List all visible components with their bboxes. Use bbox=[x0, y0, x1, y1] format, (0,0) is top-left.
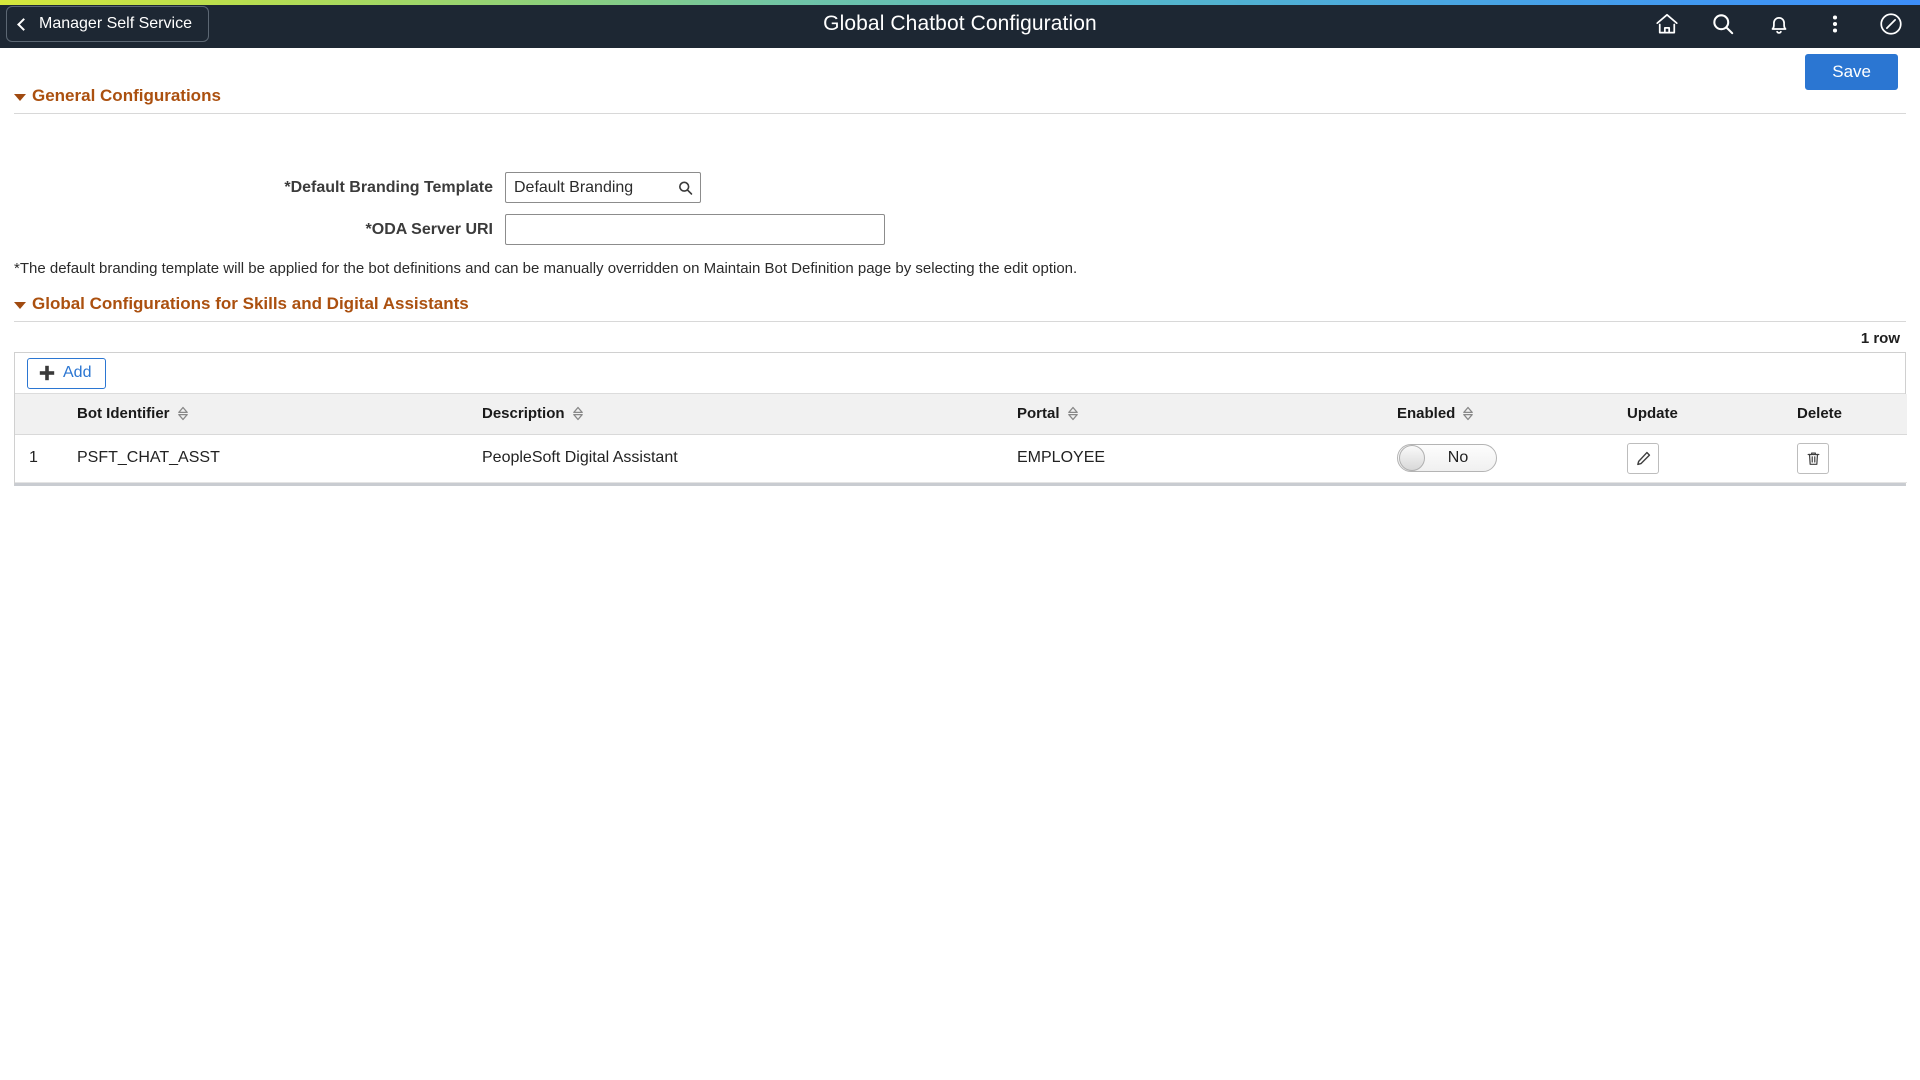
enabled-toggle-switch[interactable]: No bbox=[1397, 444, 1497, 472]
sort-toggle-icon[interactable] bbox=[177, 406, 189, 421]
cell-row-number: 1 bbox=[15, 434, 77, 483]
column-header-description[interactable]: Description bbox=[482, 394, 1017, 435]
skills-digital-assistants-grid: Add Bot Identifier Description Portal En… bbox=[14, 352, 1907, 486]
add-row-button[interactable]: Add bbox=[27, 357, 107, 389]
grid-body: 1 PSFT_CHAT_ASST PeopleSoft Digital Assi… bbox=[15, 434, 1907, 483]
back-button-label: Manager Self Service bbox=[39, 15, 192, 32]
grid-toolbar: Add bbox=[15, 353, 1905, 394]
column-label-portal: Portal bbox=[1017, 405, 1060, 423]
column-header-update: Update bbox=[1627, 394, 1797, 435]
sort-toggle-icon[interactable] bbox=[572, 406, 584, 421]
sort-toggle-icon[interactable] bbox=[1067, 406, 1079, 421]
label-oda-server-uri: *ODA Server URI bbox=[365, 220, 493, 238]
cell-portal: EMPLOYEE bbox=[1017, 434, 1397, 483]
default-branding-template-input[interactable] bbox=[505, 172, 701, 203]
cell-update bbox=[1627, 434, 1797, 483]
toggle-knob bbox=[1399, 445, 1425, 471]
column-label-delete: Delete bbox=[1797, 405, 1843, 423]
oda-server-uri-input[interactable] bbox=[505, 214, 885, 245]
branding-template-note: *The default branding template will be a… bbox=[14, 260, 1078, 277]
collapse-caret-icon-global bbox=[14, 301, 26, 309]
section-header-general-configurations[interactable]: General Configurations bbox=[14, 86, 221, 106]
header-icon-group bbox=[1652, 0, 1906, 48]
save-button-container: Save bbox=[1805, 54, 1898, 90]
table-row: 1 PSFT_CHAT_ASST PeopleSoft Digital Assi… bbox=[15, 434, 1907, 483]
cell-description: PeopleSoft Digital Assistant bbox=[482, 434, 1017, 483]
app-header: Manager Self Service Global Chatbot Conf… bbox=[0, 0, 1920, 48]
save-button[interactable]: Save bbox=[1805, 54, 1898, 90]
search-icon[interactable] bbox=[1708, 9, 1738, 39]
divider-global bbox=[14, 321, 1906, 322]
actions-kebab-icon[interactable] bbox=[1820, 9, 1850, 39]
row-count-label: 1 row bbox=[1860, 330, 1900, 347]
column-header-enabled[interactable]: Enabled bbox=[1397, 394, 1627, 435]
column-label-bot-identifier: Bot Identifier bbox=[77, 405, 170, 423]
column-header-delete: Delete bbox=[1797, 394, 1907, 435]
cell-enabled: No bbox=[1397, 434, 1627, 483]
back-to-manager-self-service-button[interactable]: Manager Self Service bbox=[6, 6, 209, 42]
grid-header-row: Bot Identifier Description Portal Enable… bbox=[15, 394, 1907, 435]
divider-general bbox=[14, 113, 1906, 114]
plus-icon bbox=[39, 365, 55, 381]
collapse-caret-icon bbox=[14, 93, 26, 101]
field-row-default-branding-template: *Default Branding Template bbox=[0, 172, 701, 203]
section-title-global: Global Configurations for Skills and Dig… bbox=[32, 294, 469, 313]
section-title-general: General Configurations bbox=[32, 86, 221, 105]
lookup-search-icon[interactable] bbox=[677, 179, 694, 196]
column-label-update: Update bbox=[1627, 405, 1678, 423]
home-icon[interactable] bbox=[1652, 9, 1682, 39]
sort-toggle-icon[interactable] bbox=[1462, 406, 1474, 421]
column-label-description: Description bbox=[482, 405, 565, 423]
column-header-number bbox=[15, 394, 77, 435]
column-header-bot-identifier[interactable]: Bot Identifier bbox=[77, 394, 482, 435]
label-default-branding-template: *Default Branding Template bbox=[284, 178, 493, 196]
column-header-portal[interactable]: Portal bbox=[1017, 394, 1397, 435]
brand-gradient-strip bbox=[0, 0, 1920, 5]
grid-table: Bot Identifier Description Portal Enable… bbox=[15, 394, 1907, 483]
page-title: Global Chatbot Configuration bbox=[823, 12, 1097, 35]
section-header-global-configurations[interactable]: Global Configurations for Skills and Dig… bbox=[14, 294, 469, 314]
page-content: Save General Configurations *Default Bra… bbox=[0, 48, 1920, 1080]
field-row-oda-server-uri: *ODA Server URI bbox=[0, 214, 885, 245]
notifications-bell-icon[interactable] bbox=[1764, 9, 1794, 39]
back-chevron-icon bbox=[17, 17, 30, 31]
add-row-label: Add bbox=[63, 364, 92, 381]
column-label-enabled: Enabled bbox=[1397, 405, 1456, 423]
cell-delete bbox=[1797, 434, 1907, 483]
trash-can-icon[interactable] bbox=[1797, 442, 1829, 474]
default-branding-template-prompt bbox=[505, 172, 701, 203]
navbar-compass-icon[interactable] bbox=[1876, 9, 1906, 39]
edit-pencil-icon[interactable] bbox=[1627, 442, 1659, 474]
cell-bot-identifier: PSFT_CHAT_ASST bbox=[77, 434, 482, 483]
